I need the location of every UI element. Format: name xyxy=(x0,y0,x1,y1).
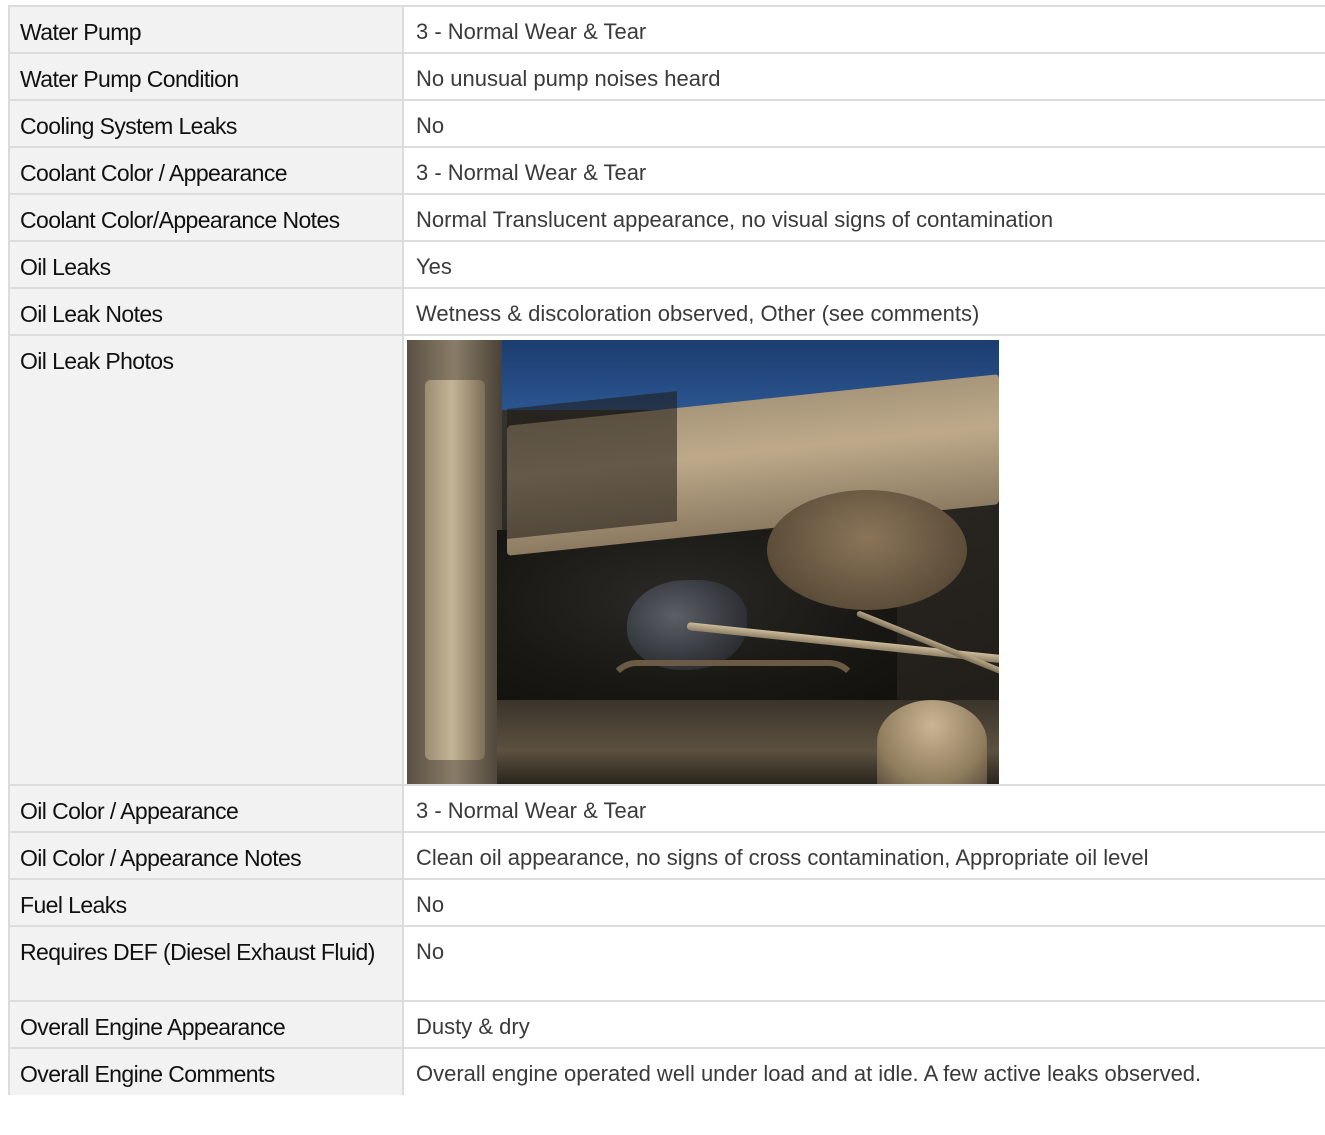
row-value: Overall engine operated well under load … xyxy=(402,1047,1325,1095)
table-row: Oil Color / Appearance 3 - Normal Wear &… xyxy=(8,784,1325,833)
row-value: No xyxy=(402,878,1325,927)
oil-leak-photo[interactable] xyxy=(407,340,999,784)
table-row: Fuel Leaks No xyxy=(8,878,1325,927)
table-row: Oil Color / Appearance Notes Clean oil a… xyxy=(8,831,1325,880)
row-value: 3 - Normal Wear & Tear xyxy=(402,784,1325,833)
table-row: Water Pump Condition No unusual pump noi… xyxy=(8,52,1325,101)
photo-cell xyxy=(402,334,1325,786)
row-value: Wetness & discoloration observed, Other … xyxy=(402,287,1325,336)
row-value: 3 - Normal Wear & Tear xyxy=(402,5,1325,54)
table-row: Overall Engine Appearance Dusty & dry xyxy=(8,1000,1325,1049)
row-value: Dusty & dry xyxy=(402,1000,1325,1049)
table-row: Oil Leaks Yes xyxy=(8,240,1325,289)
row-label: Fuel Leaks xyxy=(8,878,403,927)
photo-shadow xyxy=(507,391,677,539)
table-row: Requires DEF (Diesel Exhaust Fluid) No xyxy=(8,925,1325,1002)
table-row: Water Pump 3 - Normal Wear & Tear xyxy=(8,5,1325,54)
row-label: Oil Color / Appearance xyxy=(8,784,403,833)
photo-cap xyxy=(877,700,987,784)
row-label: Coolant Color/Appearance Notes xyxy=(8,193,403,242)
row-label: Requires DEF (Diesel Exhaust Fluid) xyxy=(8,925,403,1002)
row-label: Coolant Color / Appearance xyxy=(8,146,403,195)
row-label: Overall Engine Appearance xyxy=(8,1000,403,1049)
row-value: Clean oil appearance, no signs of cross … xyxy=(402,831,1325,880)
photo-pipe-highlight xyxy=(425,380,485,760)
row-label: Water Pump Condition xyxy=(8,52,403,101)
table-row: Oil Leak Notes Wetness & discoloration o… xyxy=(8,287,1325,336)
row-value: No xyxy=(402,99,1325,148)
row-label: Oil Leak Photos xyxy=(8,334,403,786)
table-row: Coolant Color / Appearance 3 - Normal We… xyxy=(8,146,1325,195)
row-value: Normal Translucent appearance, no visual… xyxy=(402,193,1325,242)
engine-inspection-table: Water Pump 3 - Normal Wear & Tear Water … xyxy=(8,5,1325,1095)
table-row: Overall Engine Comments Overall engine o… xyxy=(8,1047,1325,1095)
row-value: Yes xyxy=(402,240,1325,289)
row-value: No xyxy=(402,925,1325,1002)
row-value: No unusual pump noises heard xyxy=(402,52,1325,101)
row-label: Overall Engine Comments xyxy=(8,1047,403,1095)
inspection-sheet: Water Pump 3 - Normal Wear & Tear Water … xyxy=(0,0,1325,1135)
table-row: Cooling System Leaks No xyxy=(8,99,1325,148)
row-label: Oil Leak Notes xyxy=(8,287,403,336)
row-label: Oil Color / Appearance Notes xyxy=(8,831,403,880)
table-row-photo: Oil Leak Photos xyxy=(8,334,1325,786)
row-label: Cooling System Leaks xyxy=(8,99,403,148)
row-label: Oil Leaks xyxy=(8,240,403,289)
photo-housing xyxy=(767,490,967,610)
row-value: 3 - Normal Wear & Tear xyxy=(402,146,1325,195)
table-row: Coolant Color/Appearance Notes Normal Tr… xyxy=(8,193,1325,242)
row-label: Water Pump xyxy=(8,5,403,54)
